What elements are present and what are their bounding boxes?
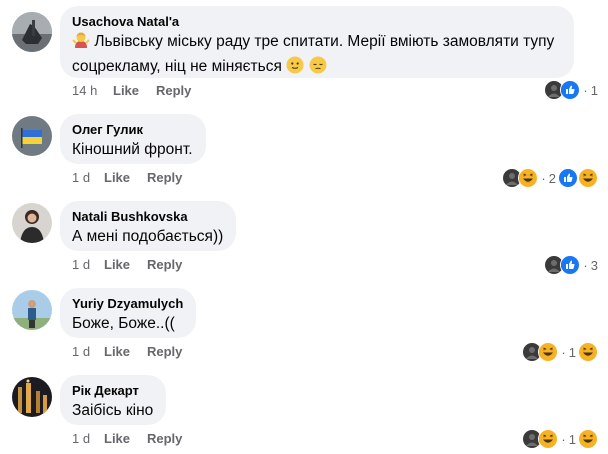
comment-4: Yuriy Dzyamulych Боже, Боже..(( 1 d Like…: [0, 274, 608, 362]
laugh-icon: [538, 342, 559, 362]
comment-timestamp[interactable]: 1 d: [72, 169, 90, 187]
avatar[interactable]: [12, 377, 52, 417]
reply-link[interactable]: Reply: [147, 256, 182, 274]
reaction-count: 1: [568, 431, 576, 447]
reaction-count: 3: [590, 257, 598, 273]
comment-text: А мені подобається)): [72, 228, 224, 245]
reaction-count: 2: [548, 170, 556, 186]
reply-link[interactable]: Reply: [147, 343, 182, 361]
avatar[interactable]: [12, 116, 52, 156]
reactions-summary[interactable]: · 2: [502, 168, 598, 188]
slightly-smiling-emoji-icon: [286, 56, 304, 81]
comment-timestamp[interactable]: 1 d: [72, 343, 90, 361]
avatar[interactable]: [12, 12, 52, 52]
reaction-separator: ·: [541, 170, 546, 186]
reaction-count: 1: [590, 82, 598, 98]
like-link[interactable]: Like: [104, 343, 130, 361]
comment-author[interactable]: Yuriy Dzyamulych: [72, 296, 184, 312]
comment-timestamp[interactable]: 14 h: [72, 82, 97, 100]
comment-bubble: Рік Декарт Заібісь кіно: [60, 375, 166, 425]
like-link[interactable]: Like: [113, 82, 139, 100]
comment-5: Рік Декарт Заібісь кіно 1 d Like Reply ·…: [0, 361, 608, 449]
like-icon: [560, 80, 581, 100]
reaction-separator: ·: [583, 82, 588, 98]
pensive-emoji-icon: [309, 56, 327, 81]
reaction-separator: ·: [561, 431, 566, 447]
reactions-summary[interactable]: · 1: [522, 429, 598, 449]
reactions-summary[interactable]: · 3: [544, 255, 598, 275]
comment-text: Кіношний фронт.: [72, 141, 193, 158]
laugh-icon: [518, 168, 539, 188]
like-link[interactable]: Like: [104, 430, 130, 448]
comment-1: Usachova Natal'a Львівську міську раду т…: [0, 0, 608, 100]
comment-bubble: Олег Гулик Кіношний фронт.: [60, 114, 206, 164]
like-icon: [560, 255, 581, 275]
comment-text: Боже, Боже..((: [72, 315, 175, 332]
avatar[interactable]: [12, 290, 52, 330]
comment-bubble: Usachova Natal'a Львівську міську раду т…: [60, 6, 574, 78]
comment-text: Львівську міську раду тре спитати. Мерії…: [72, 31, 562, 81]
comment-timestamp[interactable]: 1 d: [72, 430, 90, 448]
comment-author[interactable]: Usachova Natal'a: [72, 14, 562, 30]
laugh-icon: [538, 429, 559, 449]
comment-2: Олег Гулик Кіношний фронт. 1 d Like Repl…: [0, 100, 608, 188]
laugh-icon: [578, 168, 598, 188]
comment-3: Natali Bushkovska А мені подобається)) 1…: [0, 187, 608, 275]
comment-bubble: Natali Bushkovska А мені подобається)): [60, 201, 236, 251]
comment-text: Заібісь кіно: [72, 402, 154, 419]
reply-link[interactable]: Reply: [156, 82, 191, 100]
reactions-summary[interactable]: · 1: [522, 342, 598, 362]
comment-author[interactable]: Олег Гулик: [72, 122, 194, 138]
comment-timestamp[interactable]: 1 d: [72, 256, 90, 274]
laugh-icon: [578, 342, 598, 362]
reaction-separator: ·: [583, 257, 588, 273]
comment-author[interactable]: Рік Декарт: [72, 383, 154, 399]
reaction-count: 1: [568, 344, 576, 360]
reply-link[interactable]: Reply: [147, 430, 182, 448]
comment-author[interactable]: Natali Bushkovska: [72, 209, 224, 225]
laugh-icon: [578, 429, 598, 449]
comment-bubble: Yuriy Dzyamulych Боже, Боже..((: [60, 288, 196, 338]
like-link[interactable]: Like: [104, 256, 130, 274]
reply-link[interactable]: Reply: [147, 169, 182, 187]
like-link[interactable]: Like: [104, 169, 130, 187]
reaction-separator: ·: [561, 344, 566, 360]
reactions-summary[interactable]: · 1: [544, 80, 598, 100]
woman-shrugging-emoji-icon: [72, 31, 90, 56]
avatar[interactable]: [12, 203, 52, 243]
like-icon: [558, 168, 578, 188]
